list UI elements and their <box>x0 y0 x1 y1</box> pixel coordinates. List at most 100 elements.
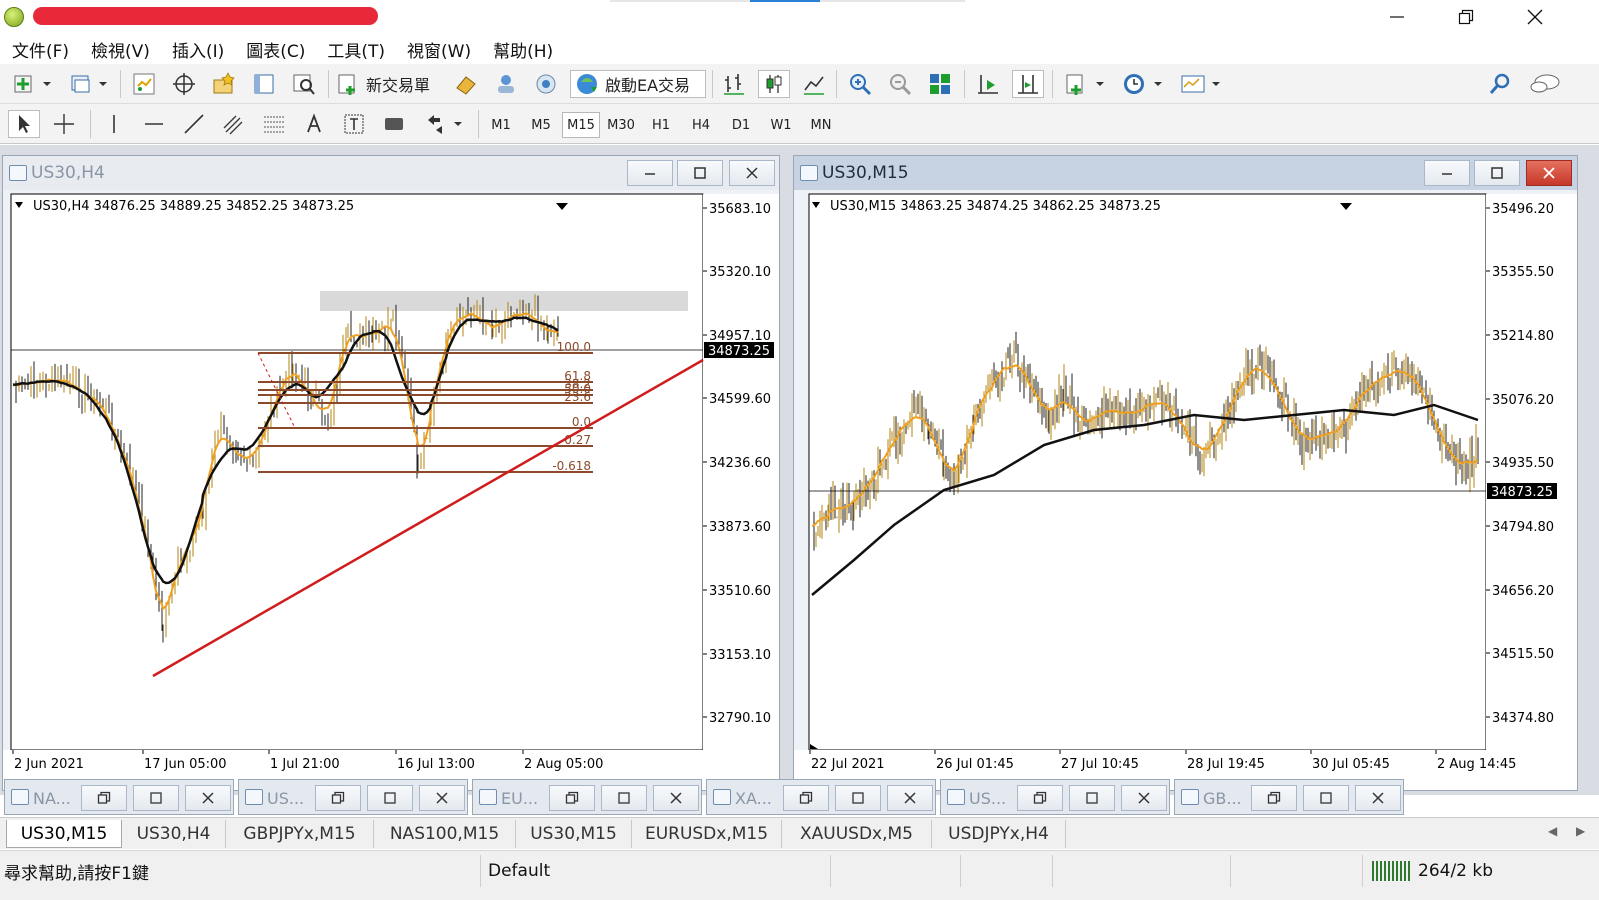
chart-window-title-bar[interactable]: US30,H4 <box>3 156 779 190</box>
menu-charts[interactable]: 圖表(C) <box>238 37 319 62</box>
minimized-window[interactable]: US... <box>940 779 1170 815</box>
terminal-button[interactable] <box>248 70 280 98</box>
chart-tab[interactable]: EURUSDx,M15 <box>632 820 782 848</box>
menu-file[interactable]: 文件(F) <box>4 37 83 62</box>
mini-restore-button[interactable] <box>1251 785 1297 811</box>
mini-close-button[interactable] <box>419 785 465 811</box>
text-label-button[interactable] <box>338 110 370 138</box>
new-chart-button[interactable] <box>8 70 58 98</box>
chart-close-button[interactable] <box>1526 160 1572 186</box>
rectangle-tool-button[interactable] <box>378 110 410 138</box>
timeframe-h1[interactable]: H1 <box>642 112 680 138</box>
candlestick-chart-button[interactable] <box>758 70 790 98</box>
timeframe-w1[interactable]: W1 <box>762 112 800 138</box>
window-minimize-button[interactable] <box>1362 0 1432 34</box>
mini-restore-button[interactable] <box>81 785 127 811</box>
mini-close-button[interactable] <box>653 785 699 811</box>
menu-view[interactable]: 檢視(V) <box>83 37 164 62</box>
chart-tab[interactable]: US30,H4 <box>122 820 226 848</box>
zoom-out-button[interactable] <box>884 70 916 98</box>
profiles-button[interactable] <box>64 70 114 98</box>
tile-windows-button[interactable] <box>924 70 956 98</box>
mini-maximize-button[interactable] <box>133 785 179 811</box>
mini-restore-button[interactable] <box>783 785 829 811</box>
chart-tab[interactable]: GBPJPYx,M15 <box>226 820 374 848</box>
templates-button[interactable] <box>1176 70 1228 98</box>
auto-scroll-button[interactable] <box>972 70 1004 98</box>
chart-h4-canvas[interactable]: US30,H4 34876.25 34889.25 34852.25 34873… <box>3 190 779 790</box>
chart-maximize-button[interactable] <box>1474 160 1520 186</box>
metaeditor-button[interactable] <box>450 70 482 98</box>
menu-insert[interactable]: 插入(I) <box>164 37 238 62</box>
chart-tab[interactable]: US30,M15 <box>6 820 122 848</box>
mini-close-button[interactable] <box>1355 785 1401 811</box>
auto-trading-button[interactable]: 啟動EA交易 <box>570 70 706 98</box>
market-watch-button[interactable] <box>128 70 160 98</box>
search-button[interactable] <box>1484 70 1516 98</box>
fibonacci-button[interactable] <box>258 110 290 138</box>
new-order-button[interactable]: 新交易單 <box>336 70 448 98</box>
timeframe-m30[interactable]: M30 <box>602 112 640 138</box>
chart-maximize-button[interactable] <box>677 160 723 186</box>
menu-help[interactable]: 幫助(H) <box>485 37 567 62</box>
arrows-tool-button[interactable] <box>418 110 470 138</box>
equidistant-channel-button[interactable] <box>218 110 250 138</box>
tabs-scroll-right-icon[interactable]: ▶ <box>1576 824 1585 838</box>
minimized-window[interactable]: GB... <box>1174 779 1404 815</box>
mini-close-button[interactable] <box>1121 785 1167 811</box>
mini-maximize-button[interactable] <box>367 785 413 811</box>
timeframe-h4[interactable]: H4 <box>682 112 720 138</box>
crosshair-tool-button[interactable] <box>48 110 80 138</box>
menu-tools[interactable]: 工具(T) <box>319 37 399 62</box>
chart-shift-button[interactable] <box>1012 70 1044 98</box>
minimized-window[interactable]: US... <box>238 779 468 815</box>
data-window-button[interactable] <box>168 70 200 98</box>
mini-maximize-button[interactable] <box>1069 785 1115 811</box>
chart-tab[interactable]: NAS100,M15 <box>374 820 516 848</box>
signals-button[interactable] <box>530 70 562 98</box>
minimized-window[interactable]: EU... <box>472 779 702 815</box>
window-close-button[interactable] <box>1500 0 1570 34</box>
text-tool-button[interactable] <box>298 110 330 138</box>
window-restore-button[interactable] <box>1431 0 1501 34</box>
chart-minimize-button[interactable] <box>627 160 673 186</box>
mini-restore-button[interactable] <box>315 785 361 811</box>
chart-window-us30-m15[interactable]: US30,M15 US30,M15 34863.25 34874.25 3486… <box>793 155 1578 791</box>
indicators-button[interactable] <box>1060 70 1112 98</box>
chart-tab[interactable]: XAUUSDx,M5 <box>782 820 932 848</box>
chat-button[interactable] <box>1526 70 1564 98</box>
line-chart-button[interactable] <box>798 70 830 98</box>
mini-maximize-button[interactable] <box>601 785 647 811</box>
chart-minimize-button[interactable] <box>1424 160 1470 186</box>
chart-tab[interactable]: US30,M15 <box>516 820 632 848</box>
timeframe-m5[interactable]: M5 <box>522 112 560 138</box>
timeframe-mn[interactable]: MN <box>802 112 840 138</box>
strategy-tester-button[interactable] <box>288 70 320 98</box>
periods-button[interactable] <box>1118 70 1170 98</box>
minimized-window[interactable]: XA... <box>706 779 936 815</box>
cursor-tool-button[interactable] <box>8 110 40 138</box>
timeframe-d1[interactable]: D1 <box>722 112 760 138</box>
chart-tab[interactable]: USDJPYx,H4 <box>932 820 1066 848</box>
timeframe-m15[interactable]: M15 <box>562 112 600 138</box>
chart-window-us30-h4[interactable]: US30,H4 US30,H4 34876.25 34889.25 34852.… <box>2 155 780 791</box>
vertical-line-button[interactable] <box>98 110 130 138</box>
mini-restore-button[interactable] <box>549 785 595 811</box>
chart-close-button[interactable] <box>729 160 775 186</box>
bar-chart-button[interactable] <box>718 70 750 98</box>
horizontal-line-button[interactable] <box>138 110 170 138</box>
mini-close-button[interactable] <box>185 785 231 811</box>
navigator-button[interactable] <box>208 70 240 98</box>
rectangle-object[interactable] <box>320 291 688 311</box>
timeframe-m1[interactable]: M1 <box>482 112 520 138</box>
menu-window[interactable]: 視窗(W) <box>399 37 485 62</box>
mini-maximize-button[interactable] <box>1303 785 1349 811</box>
chart-m15-canvas[interactable]: US30,M15 34863.25 34874.25 34862.25 3487… <box>794 190 1577 790</box>
mini-restore-button[interactable] <box>1017 785 1063 811</box>
mini-close-button[interactable] <box>887 785 933 811</box>
tabs-scroll-left-icon[interactable]: ◀ <box>1548 824 1557 838</box>
trendline-button[interactable] <box>178 110 210 138</box>
status-connection[interactable]: 264/2 kb <box>1372 859 1493 883</box>
zoom-in-button[interactable] <box>844 70 876 98</box>
chart-window-title-bar[interactable]: US30,M15 <box>794 156 1577 190</box>
